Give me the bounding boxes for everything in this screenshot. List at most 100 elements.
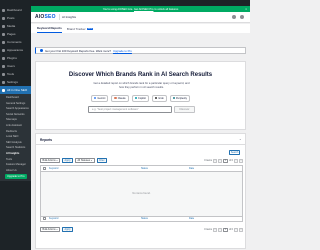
select-all-checkbox[interactable]	[43, 166, 46, 170]
plugin-header: AIOSEO AI Insights	[31, 12, 250, 23]
aioseo-logo: AIOSEO	[35, 14, 56, 20]
pagination-bottom: 0 items « ‹ 1 of 0 › »	[204, 227, 243, 232]
chevron-down-icon: ▾	[56, 228, 58, 231]
gemini-icon	[93, 97, 97, 100]
user-icon	[2, 64, 5, 68]
sidebar-item-comments[interactable]: Comments	[0, 38, 31, 46]
search-reports-button[interactable]: Search	[229, 150, 240, 155]
upgrade-to-pro-link[interactable]: Upgrade to Pro	[5, 173, 27, 180]
tab-bar: Keyword Reports Brand Tracker NEW	[31, 24, 250, 33]
table-footer: Keyword Status Date	[41, 215, 242, 221]
column-status[interactable]: Status	[141, 167, 189, 170]
bulk-actions-select[interactable]: Bulk Actions ▾	[40, 227, 61, 232]
tab-brand-tracker[interactable]: Brand Tracker NEW	[67, 27, 94, 33]
page-total: of 0	[229, 159, 233, 162]
chevron-down-icon: ▾	[91, 159, 93, 162]
select-all-checkbox[interactable]	[43, 217, 46, 221]
prev-page-button[interactable]: ‹	[218, 158, 222, 163]
help-icon[interactable]	[240, 15, 244, 19]
engine-gemini[interactable]: Gemini	[90, 95, 109, 102]
sidebar-item-aioseo[interactable]: All in One SEO	[0, 86, 31, 94]
filter-button[interactable]: Filter	[96, 158, 107, 163]
column-status[interactable]: Status	[141, 217, 189, 220]
page-number-input[interactable]: 1	[223, 227, 228, 232]
comment-icon	[2, 40, 5, 44]
status-filter-select[interactable]: All Statuses ▾	[75, 158, 95, 163]
dashboard-icon	[2, 8, 5, 12]
first-page-button[interactable]: «	[213, 227, 217, 232]
column-keyword[interactable]: Keyword	[49, 167, 141, 170]
engine-grok[interactable]: Grok	[151, 95, 167, 102]
engine-perplexity[interactable]: Perplexity	[169, 95, 190, 102]
items-count: 0 items	[204, 159, 212, 162]
items-count: 0 items	[204, 228, 212, 231]
wrench-icon	[2, 72, 5, 76]
bulk-actions-select[interactable]: Bulk Actions ▾	[40, 158, 61, 163]
submenu-item[interactable]: About Us	[0, 168, 31, 174]
ai-engine-list: Gemini Claude Copilot Grok Perplexity	[36, 95, 245, 102]
sidebar-item-settings[interactable]: Settings	[0, 78, 31, 86]
keyword-input[interactable]: e.g. "best project management software"	[88, 106, 172, 113]
copilot-icon	[134, 97, 138, 100]
media-icon	[2, 24, 5, 28]
engine-claude[interactable]: Claude	[111, 95, 129, 102]
engine-copilot[interactable]: Copilot	[131, 95, 149, 102]
brush-icon	[2, 48, 5, 52]
promo-suffix: to unlock all features	[154, 7, 179, 11]
apply-button[interactable]: Apply	[62, 158, 74, 163]
header-actions	[232, 15, 244, 19]
column-date[interactable]: Date	[189, 167, 242, 170]
keyword-search-row: e.g. "best project management software" …	[88, 106, 195, 113]
next-page-button[interactable]: ›	[234, 158, 238, 163]
reports-panel: Reports ^ Search Bulk Actions ▾ Apply All…	[35, 133, 246, 249]
first-page-button[interactable]: «	[213, 158, 217, 163]
empty-table-message: No items found.	[41, 171, 242, 216]
table-toolbar-top: Bulk Actions ▾ Apply All Statuses ▾ Filter…	[40, 158, 243, 163]
sidebar-item-users[interactable]: Users	[0, 62, 31, 70]
sidebar-item-dashboard[interactable]: Dashboard	[0, 6, 31, 14]
column-keyword[interactable]: Keyword	[49, 217, 141, 220]
page-title: AI Insights	[61, 15, 76, 19]
last-page-button[interactable]: »	[239, 227, 243, 232]
page-number-input[interactable]: 1	[223, 158, 228, 163]
plugin-icon	[2, 56, 5, 60]
page-icon	[2, 32, 5, 36]
sidebar-item-media[interactable]: Media	[0, 22, 31, 30]
apply-button[interactable]: Apply	[62, 227, 74, 232]
grok-icon	[154, 97, 158, 100]
notifications-icon[interactable]	[232, 15, 236, 19]
claude-icon	[114, 97, 117, 100]
close-icon[interactable]: ×	[245, 7, 247, 11]
tab-keyword-reports[interactable]: Keyword Reports	[37, 26, 62, 33]
collapse-icon[interactable]: ^	[240, 138, 241, 142]
pagination-top: 0 items « ‹ 1 of 0 › »	[204, 158, 243, 163]
info-notice: Get your first 100 Keyword Reports free.…	[35, 47, 246, 54]
settings-icon	[2, 80, 5, 84]
notice-text: Get your first 100 Keyword Reports free.…	[45, 48, 111, 53]
new-badge: NEW	[86, 27, 94, 31]
discover-title: Discover Which Brands Rank in AI Search …	[68, 72, 213, 78]
discover-description: Get a detailed report on which brands ra…	[93, 82, 190, 89]
next-page-button[interactable]: ›	[234, 227, 238, 232]
discover-panel: Discover Which Brands Rank in AI Search …	[35, 61, 246, 130]
table-toolbar-bottom: Bulk Actions ▾ Apply 0 items « ‹ 1 of 0 ›…	[40, 227, 243, 232]
sidebar-item-plugins[interactable]: Plugins	[0, 54, 31, 62]
perplexity-icon	[172, 97, 176, 100]
pin-icon	[2, 16, 5, 20]
promo-link[interactable]: Get AIOSEO Pro	[134, 8, 153, 11]
notice-upgrade-link[interactable]: Upgrade to Pro	[113, 49, 132, 53]
prev-page-button[interactable]: ‹	[218, 227, 222, 232]
reports-title: Reports	[40, 138, 53, 142]
chevron-down-icon: ▾	[56, 159, 58, 162]
sidebar-item-posts[interactable]: Posts	[0, 14, 31, 22]
aioseo-icon	[2, 88, 5, 92]
sidebar-item-appearance[interactable]: Appearance	[0, 46, 31, 54]
last-page-button[interactable]: »	[239, 158, 243, 163]
discover-button[interactable]: Discover	[174, 106, 195, 113]
info-icon	[40, 49, 43, 52]
promo-text: You're using AIOSEO Lite.	[102, 7, 133, 11]
column-date[interactable]: Date	[189, 217, 242, 220]
sidebar-submenu: Dashboard General Settings Search Appear…	[0, 94, 31, 181]
sidebar-item-tools[interactable]: Tools	[0, 70, 31, 78]
sidebar-item-pages[interactable]: Pages	[0, 30, 31, 38]
